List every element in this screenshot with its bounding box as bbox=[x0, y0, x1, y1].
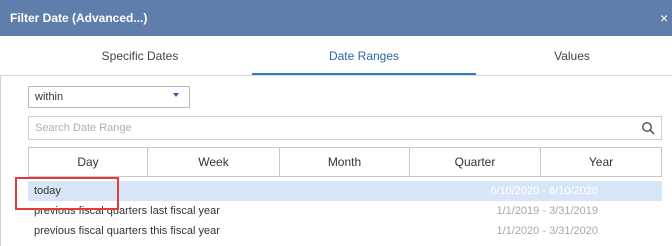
tab-date-ranges[interactable]: Date Ranges bbox=[252, 36, 476, 76]
period-day-button[interactable]: Day bbox=[29, 148, 148, 176]
range-label: previous fiscal quarters last fiscal yea… bbox=[34, 205, 220, 217]
operator-select[interactable]: within bbox=[28, 86, 190, 108]
tab-specific-dates[interactable]: Specific Dates bbox=[70, 36, 210, 76]
search-input[interactable] bbox=[29, 117, 661, 139]
range-label: today bbox=[34, 185, 61, 197]
period-week-button[interactable]: Week bbox=[148, 148, 280, 176]
search-icon[interactable] bbox=[641, 121, 655, 135]
tab-bar: Specific Dates Date Ranges Values bbox=[0, 36, 672, 76]
dialog-title: Filter Date (Advanced...) bbox=[10, 11, 148, 25]
period-month-button[interactable]: Month bbox=[280, 148, 410, 176]
range-label: previous fiscal quarters this fiscal yea… bbox=[34, 225, 220, 237]
tabs-divider bbox=[0, 75, 672, 76]
range-dates: 1/1/2019 - 3/31/2019 bbox=[496, 205, 598, 217]
range-dates: 6/10/2020 - 6/10/2020 bbox=[490, 185, 598, 197]
date-range-list: today 6/10/2020 - 6/10/2020 previous fis… bbox=[28, 181, 662, 246]
period-year-button[interactable]: Year bbox=[541, 148, 661, 176]
search-field bbox=[28, 116, 662, 140]
range-dates: 1/1/2020 - 3/31/2020 bbox=[496, 225, 598, 237]
period-quarter-button[interactable]: Quarter bbox=[410, 148, 541, 176]
dialog-titlebar: Filter Date (Advanced...) × bbox=[0, 0, 672, 36]
period-segmented-control: Day Week Month Quarter Year bbox=[28, 147, 662, 177]
operator-select-value: within bbox=[35, 91, 64, 103]
close-icon[interactable]: × bbox=[660, 9, 672, 27]
list-item[interactable]: previous fiscal quarters last fiscal yea… bbox=[28, 201, 662, 221]
list-item[interactable]: previous fiscal quarters this fiscal yea… bbox=[28, 221, 662, 241]
chevron-down-icon bbox=[173, 93, 179, 97]
list-item[interactable]: today 6/10/2020 - 6/10/2020 bbox=[28, 181, 662, 201]
tab-values[interactable]: Values bbox=[512, 36, 632, 76]
filter-date-dialog: Filter Date (Advanced...) × Specific Dat… bbox=[0, 0, 672, 246]
